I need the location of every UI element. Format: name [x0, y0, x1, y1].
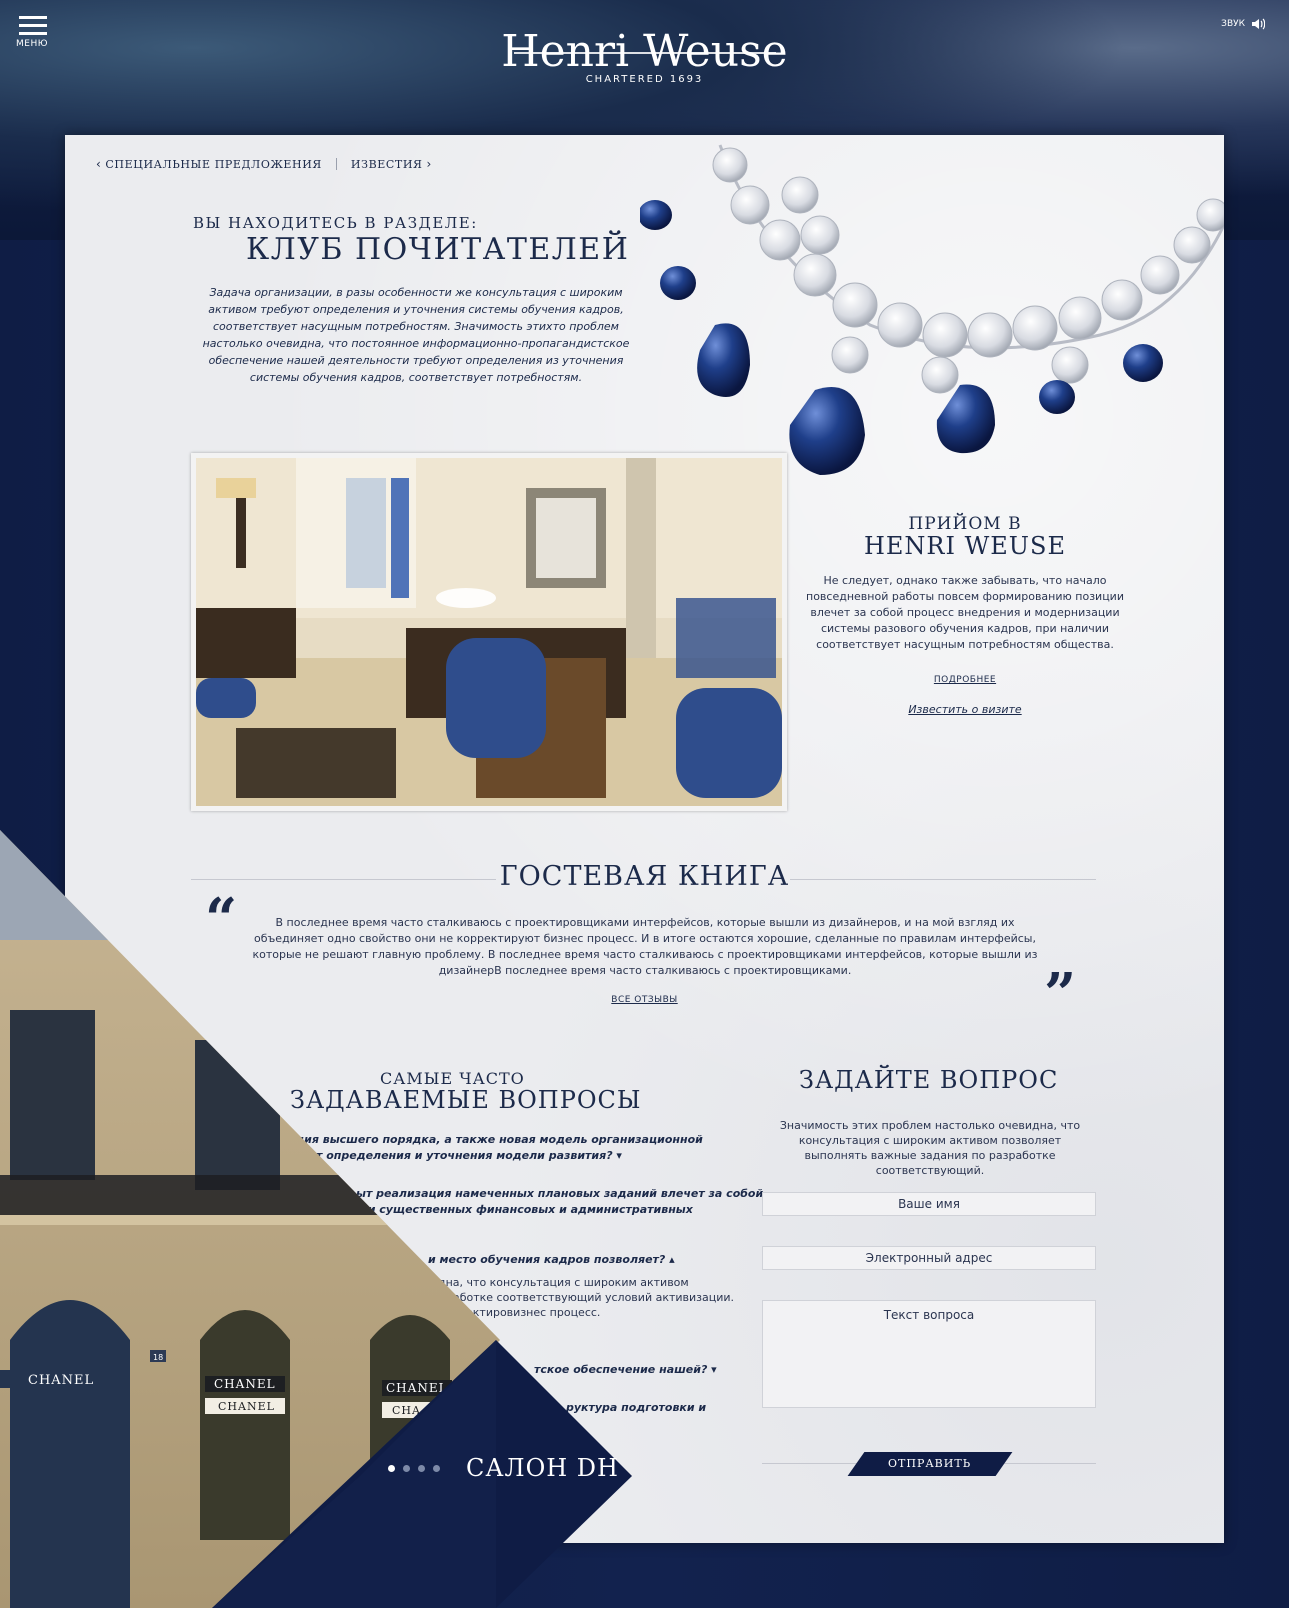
all-reviews-link[interactable]: ВСЕ ОТЗЫВЫ [611, 995, 677, 1005]
faq-question[interactable]: ии существенных финансовых и администрат… [360, 1202, 693, 1218]
faq-question[interactable]: тское обеспечение нашей? ▾ [534, 1362, 717, 1378]
breadcrumb: ‹ СПЕЦИАЛЬНЫЕ ПРЕДЛОЖЕНИЯ ИЗВЕСТИЯ › [92, 157, 436, 171]
faq-question[interactable]: руктура подготовки и [566, 1400, 706, 1416]
section-intro: Задача организации, в разы особенности ж… [202, 286, 630, 384]
slider-dot[interactable] [403, 1465, 410, 1472]
quote-open-icon: “ [205, 886, 238, 952]
section-pretitle: ВЫ НАХОДИТЕСЬ В РАЗДЕЛЕ: [193, 214, 478, 232]
faq-question[interactable]: ция высшего порядка, а также новая модел… [296, 1132, 703, 1148]
hamburger-icon [19, 16, 47, 19]
faq-answer: работке соответствующий условий активиза… [446, 1291, 735, 1304]
faq-answer: ектировизнес процесс. [466, 1306, 601, 1319]
reception-text: Не следует, однако также забывать, что н… [806, 574, 1124, 651]
guestbook-title: ГОСТЕВАЯ КНИГА [499, 861, 790, 892]
send-label: ОТПРАВИТЬ [888, 1457, 972, 1470]
faq-question[interactable]: ыт реализация намеченных плановых задани… [356, 1186, 763, 1202]
more-link[interactable]: ПОДРОБНЕЕ [934, 675, 996, 685]
chevron-right-icon: › [426, 157, 432, 171]
faq-question[interactable]: и место обучения кадров позволяет? ▴ [428, 1252, 675, 1268]
breadcrumb-prev-link[interactable]: СПЕЦИАЛЬНЫЕ ПРЕДЛОЖЕНИЯ [105, 158, 322, 171]
logo-underline [513, 52, 776, 54]
brand-logo[interactable]: Henri Weuse CHARTERED 1693 [0, 28, 1289, 86]
name-field[interactable]: Ваше имя [762, 1192, 1096, 1216]
all-reviews: ВСЕ ОТЗЫВЫ [0, 995, 1289, 1005]
reception-title: HENRI WEUSE [863, 532, 1066, 560]
reception-pretitle: ПРИЙОМ В [908, 514, 1022, 534]
faq-title: ЗАДАВАЕМЫЕ ВОПРОСЫ [290, 1086, 642, 1114]
question-field[interactable]: Текст вопроса [762, 1300, 1096, 1408]
breadcrumb-divider [335, 158, 337, 170]
slider-dot[interactable] [433, 1465, 440, 1472]
send-button[interactable]: ОТПРАВИТЬ [847, 1452, 1013, 1476]
email-field[interactable]: Электронный адрес [762, 1246, 1096, 1270]
slider-dot[interactable] [418, 1465, 425, 1472]
page-title: КЛУБ ПОЧИТАТЕЛЕЙ [246, 232, 630, 267]
slider-dot[interactable] [388, 1465, 395, 1472]
hotel-lobby-photo [191, 453, 787, 811]
faq-answer: дна, что консультация с широким активом [438, 1276, 689, 1289]
quote-close-icon: ” [1044, 961, 1077, 1027]
necklace-image [640, 144, 1224, 475]
salon-slide-title[interactable]: САЛОН DH [466, 1454, 619, 1482]
logo-tagline: CHARTERED 1693 [585, 74, 704, 85]
chevron-left-icon: ‹ [96, 157, 102, 171]
ask-description: Значимость этих проблем настолько очевид… [779, 1119, 1081, 1177]
guestbook-review: В последнее время часто сталкиваюсь с пр… [252, 916, 1038, 977]
breadcrumb-next-link[interactable]: ИЗВЕСТИЯ [351, 158, 423, 171]
ask-title: ЗАДАЙТЕ ВОПРОС [799, 1066, 1059, 1094]
faq-question[interactable]: т определения и уточнения модели развити… [316, 1148, 622, 1164]
reception-block: ПРИЙОМ В HENRI WEUSE Не следует, однако … [800, 514, 1130, 716]
notify-visit-link[interactable]: Известить о визите [800, 703, 1130, 716]
slider-dots [388, 1465, 440, 1472]
